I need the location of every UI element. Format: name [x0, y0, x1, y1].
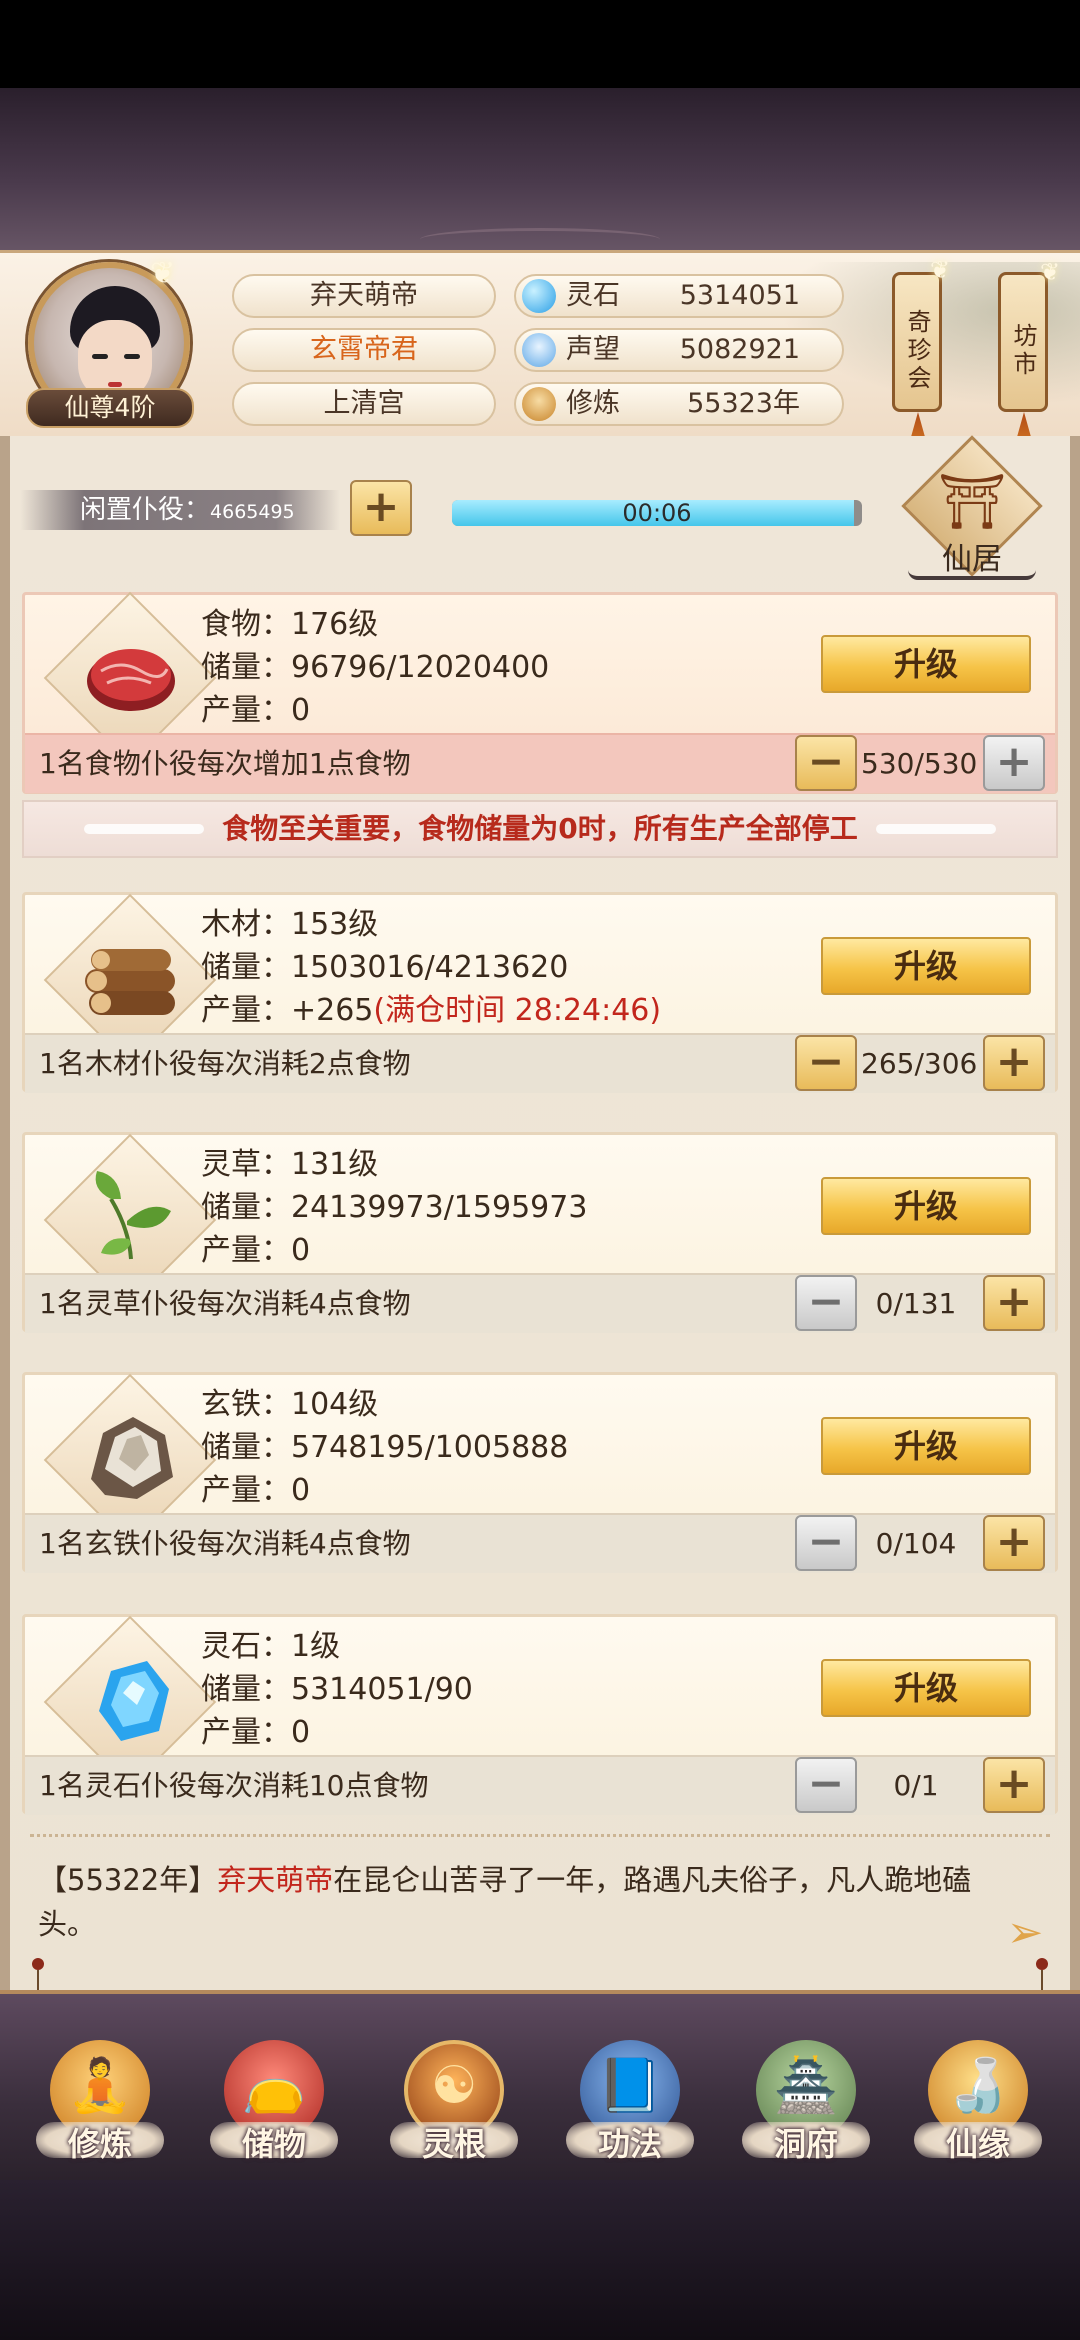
player-sect[interactable]: 上清宫 — [232, 382, 496, 426]
butterfly-icon: ❦ — [1040, 258, 1061, 286]
upgrade-button[interactable]: 升级 — [821, 1659, 1031, 1717]
resource-level: 灵石：1级 — [201, 1629, 341, 1664]
player-name[interactable]: 弃天萌帝 — [232, 274, 496, 318]
rank-badge: 仙尊4阶 — [26, 388, 194, 428]
increase-worker-button[interactable]: + — [983, 1757, 1045, 1813]
butterfly-icon: ❦ — [930, 256, 951, 284]
pavilion-icon[interactable]: ⛩ — [934, 470, 1010, 540]
decrease-worker-button[interactable]: − — [795, 1757, 857, 1813]
resource-level: 食物：176级 — [201, 607, 379, 642]
spirit-crystal-icon — [99, 1661, 169, 1741]
nav-cultivate[interactable]: 🧘 修炼 — [30, 2030, 170, 2180]
increase-worker-button[interactable]: + — [983, 1035, 1045, 1091]
resource-output: 产量：0 — [201, 1233, 311, 1268]
butterfly-icon: ❦ — [150, 256, 176, 291]
upgrade-button[interactable]: 升级 — [821, 1177, 1031, 1235]
food-warning: 食物至关重要，食物储量为0时，所有生产全部停工 — [22, 800, 1058, 858]
worker-row: 1名灵石仆役每次消耗10点食物 − 0/1 + — [25, 1755, 1055, 1815]
resource-card-wood: 木材：153级 储量：1503016/4213620 产量：+265(满仓时间 … — [22, 892, 1058, 1093]
worker-count: 0/131 — [875, 1287, 957, 1320]
worker-row: 1名食物仆役每次增加1点食物 − 530/530 + — [25, 733, 1055, 793]
resource-spirit-stone: 灵石 5314051 — [514, 274, 844, 318]
resource-level: 木材：153级 — [201, 907, 379, 942]
decrease-worker-button[interactable]: − — [795, 1515, 857, 1571]
divider — [30, 1834, 1050, 1842]
increase-worker-button[interactable]: + — [983, 1275, 1045, 1331]
worker-row: 1名灵草仆役每次消耗4点食物 − 0/131 + — [25, 1273, 1055, 1333]
worker-row: 1名木材仆役每次消耗2点食物 − 265/306 + — [25, 1033, 1055, 1093]
resource-cultivation: 修炼 55323年 — [514, 382, 844, 426]
resource-storage: 储量：5748195/1005888 — [201, 1430, 569, 1465]
treasure-auction-button[interactable]: 奇珍会 — [892, 272, 942, 412]
top-decoration — [0, 88, 1080, 258]
resource-output: 产量：+265(满仓时间 28:24:46) — [201, 993, 662, 1028]
resource-storage: 储量：5314051/90 — [201, 1672, 473, 1707]
resource-output: 产量：0 — [201, 693, 311, 728]
increase-worker-button[interactable]: + — [983, 735, 1045, 791]
full-storage-time: (满仓时间 28:24:46) — [373, 993, 662, 1028]
resource-storage: 储量：1503016/4213620 — [201, 950, 569, 985]
player-title[interactable]: 玄霄帝君 — [232, 328, 496, 372]
nav-storage[interactable]: 👝 储物 — [204, 2030, 344, 2180]
herb-leaf-icon — [95, 1171, 171, 1260]
footer-decoration — [0, 2180, 1080, 2340]
market-button[interactable]: 坊市 — [998, 272, 1048, 412]
nav-spirit-root[interactable]: ☯ 灵根 — [384, 2030, 524, 2180]
decrease-worker-button[interactable]: − — [795, 1035, 857, 1091]
event-log: 【55322年】弃天萌帝在昆仑山苦寻了一年，路遇凡夫俗子，凡人跪地磕头。 — [38, 1863, 972, 1941]
nav-technique[interactable]: 📘 功法 — [560, 2030, 700, 2180]
nav-fortune[interactable]: 🍶 仙缘 — [908, 2030, 1048, 2180]
upgrade-button[interactable]: 升级 — [821, 635, 1031, 693]
worker-count: 530/530 — [861, 747, 978, 780]
wood-log-icon — [85, 949, 175, 1015]
resource-card-iron: 玄铁：104级 储量：5748195/1005888 产量：0 升级 1名玄铁仆… — [22, 1372, 1058, 1573]
resource-level: 玄铁：104级 — [201, 1387, 379, 1422]
residence-button[interactable]: 仙居 — [908, 540, 1036, 580]
upgrade-button[interactable]: 升级 — [821, 937, 1031, 995]
resource-card-spirit-stone: 灵石：1级 储量：5314051/90 产量：0 升级 1名灵石仆役每次消耗10… — [22, 1614, 1058, 1815]
resource-level: 灵草：131级 — [201, 1147, 379, 1182]
resource-output: 产量：0 — [201, 1473, 311, 1508]
resource-card-herb: 灵草：131级 储量：24139973/1595973 产量：0 升级 1名灵草… — [22, 1132, 1058, 1333]
worker-row: 1名玄铁仆役每次消耗4点食物 − 0/104 + — [25, 1513, 1055, 1573]
resource-storage: 储量：24139973/1595973 — [201, 1190, 588, 1225]
add-worker-button[interactable]: + — [350, 480, 412, 536]
worker-count: 265/306 — [861, 1047, 978, 1080]
decrease-worker-button[interactable]: − — [795, 1275, 857, 1331]
worker-count: 0/1 — [893, 1769, 939, 1802]
log-player-name: 弃天萌帝 — [217, 1863, 334, 1897]
resource-storage: 储量：96796/12020400 — [201, 650, 550, 685]
idle-workers: 闲置仆役：4665495 — [20, 490, 340, 530]
resource-output: 产量：0 — [201, 1715, 311, 1750]
resource-reputation: 声望 5082921 — [514, 328, 844, 372]
production-timer: 00:06 — [452, 500, 862, 526]
cultivation-icon — [522, 387, 556, 421]
resource-card-food: 食物：176级 储量：96796/12020400 产量：0 升级 1名食物仆役… — [22, 591, 1058, 794]
increase-worker-button[interactable]: + — [983, 1515, 1045, 1571]
worker-count: 0/104 — [875, 1527, 957, 1560]
decrease-worker-button[interactable]: − — [795, 735, 857, 791]
reputation-icon — [522, 333, 556, 367]
upgrade-button[interactable]: 升级 — [821, 1417, 1031, 1475]
spirit-stone-icon — [522, 279, 556, 313]
nav-cave-residence[interactable]: 🏯 洞府 — [736, 2030, 876, 2180]
log-expand-arrow-icon[interactable]: ➢ — [1000, 1908, 1050, 1958]
meat-icon — [87, 649, 175, 711]
iron-ore-icon — [91, 1417, 173, 1499]
